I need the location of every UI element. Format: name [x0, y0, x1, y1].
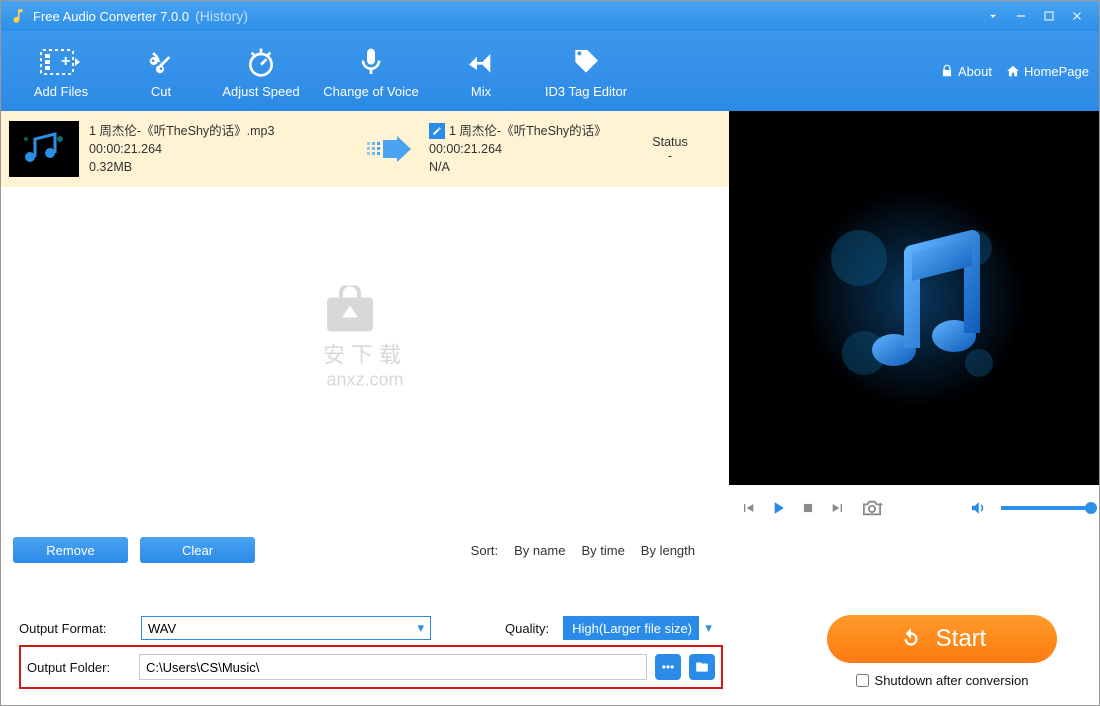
item-input-size: 0.32MB — [89, 158, 349, 176]
item-input-name: 1 周杰伦-《听TheShy的话》.mp3 — [89, 122, 349, 140]
app-icon — [9, 7, 27, 25]
play-button[interactable] — [767, 497, 789, 519]
volume-icon[interactable] — [967, 497, 989, 519]
change-of-voice-label: Change of Voice — [323, 84, 418, 99]
filmstrip-add-icon: + — [39, 44, 83, 80]
adjust-speed-label: Adjust Speed — [222, 84, 299, 99]
arrow-icon — [359, 134, 419, 164]
shutdown-label: Shutdown after conversion — [875, 673, 1029, 688]
quality-select[interactable]: High(Larger file size) ▾ — [563, 616, 718, 640]
lock-icon — [940, 64, 954, 78]
mix-button[interactable]: Mix — [431, 44, 531, 99]
sort-by-time[interactable]: By time — [581, 543, 624, 558]
output-format-label: Output Format: — [19, 621, 131, 636]
shutdown-checkbox-row[interactable]: Shutdown after conversion — [856, 673, 1029, 688]
svg-text:+: + — [61, 53, 70, 70]
stop-button[interactable] — [797, 497, 819, 519]
sort-by-name[interactable]: By name — [514, 543, 565, 558]
microphone-icon — [354, 44, 388, 80]
refresh-icon — [898, 626, 924, 652]
remove-button[interactable]: Remove — [13, 537, 128, 563]
start-label: Start — [936, 625, 987, 653]
output-folder-input[interactable]: C:\Users\CS\Music\ — [139, 654, 647, 680]
tag-icon — [569, 44, 603, 80]
item-output-size: N/A — [429, 158, 609, 176]
item-output-duration: 00:00:21.264 — [429, 140, 609, 158]
quality-label: Quality: — [505, 621, 549, 636]
edit-output-name-button[interactable] — [429, 123, 445, 139]
homepage-label: HomePage — [1024, 64, 1089, 79]
next-track-button[interactable] — [827, 497, 849, 519]
maximize-icon[interactable] — [1035, 5, 1063, 27]
start-button[interactable]: Start — [827, 615, 1057, 663]
item-input-duration: 00:00:21.264 — [89, 140, 349, 158]
file-list: 1 周杰伦-《听TheShy的话》.mp3 00:00:21.264 0.32M… — [1, 111, 729, 531]
scissors-icon — [144, 44, 178, 80]
quality-value: High(Larger file size) — [570, 621, 694, 636]
cut-button[interactable]: Cut — [111, 44, 211, 99]
mix-icon — [464, 44, 498, 80]
shutdown-checkbox[interactable] — [856, 674, 869, 687]
status-header: Status — [619, 135, 721, 149]
output-folder-label: Output Folder: — [27, 660, 131, 675]
change-of-voice-button[interactable]: Change of Voice — [311, 44, 431, 99]
open-folder-button[interactable] — [689, 654, 715, 680]
sort-label: Sort: — [471, 543, 498, 558]
browse-more-button[interactable]: ••• — [655, 654, 681, 680]
id3-tag-editor-button[interactable]: ID3 Tag Editor — [531, 44, 641, 99]
gauge-icon — [244, 44, 278, 80]
chevron-down-icon: ▾ — [698, 616, 718, 640]
add-files-label: Add Files — [34, 84, 88, 99]
minimize-icon[interactable] — [1007, 5, 1035, 27]
adjust-speed-button[interactable]: Adjust Speed — [211, 44, 311, 99]
file-list-item[interactable]: 1 周杰伦-《听TheShy的话》.mp3 00:00:21.264 0.32M… — [1, 111, 729, 187]
cut-label: Cut — [151, 84, 171, 99]
prev-track-button[interactable] — [737, 497, 759, 519]
menu-dropdown-icon[interactable] — [979, 5, 1007, 27]
volume-slider[interactable] — [1001, 506, 1091, 510]
clear-button[interactable]: Clear — [140, 537, 255, 563]
status-value: - — [619, 149, 721, 163]
output-format-value: WAV — [148, 621, 176, 636]
history-link[interactable]: (History) — [195, 8, 248, 24]
about-link[interactable]: About — [940, 64, 992, 79]
close-icon[interactable] — [1063, 5, 1091, 27]
item-thumbnail — [9, 121, 79, 177]
add-files-button[interactable]: + Add Files — [11, 44, 111, 99]
preview-pane — [729, 111, 1099, 485]
preview-controls — [729, 485, 1099, 531]
mix-label: Mix — [471, 84, 491, 99]
item-output-name: 1 周杰伦-《听TheShy的话》 — [449, 122, 607, 140]
app-title: Free Audio Converter 7.0.0 — [33, 9, 189, 24]
output-folder-highlight: Output Folder: C:\Users\CS\Music\ ••• — [19, 645, 723, 689]
output-format-select[interactable]: WAV ▾ — [141, 616, 431, 640]
sort-by-length[interactable]: By length — [641, 543, 695, 558]
home-icon — [1006, 64, 1020, 78]
watermark: 安下载 anxz.com — [323, 285, 407, 390]
id3-label: ID3 Tag Editor — [545, 84, 627, 99]
snapshot-button[interactable] — [857, 497, 887, 519]
about-label: About — [958, 64, 992, 79]
homepage-link[interactable]: HomePage — [1006, 64, 1089, 79]
chevron-down-icon: ▾ — [417, 620, 424, 636]
